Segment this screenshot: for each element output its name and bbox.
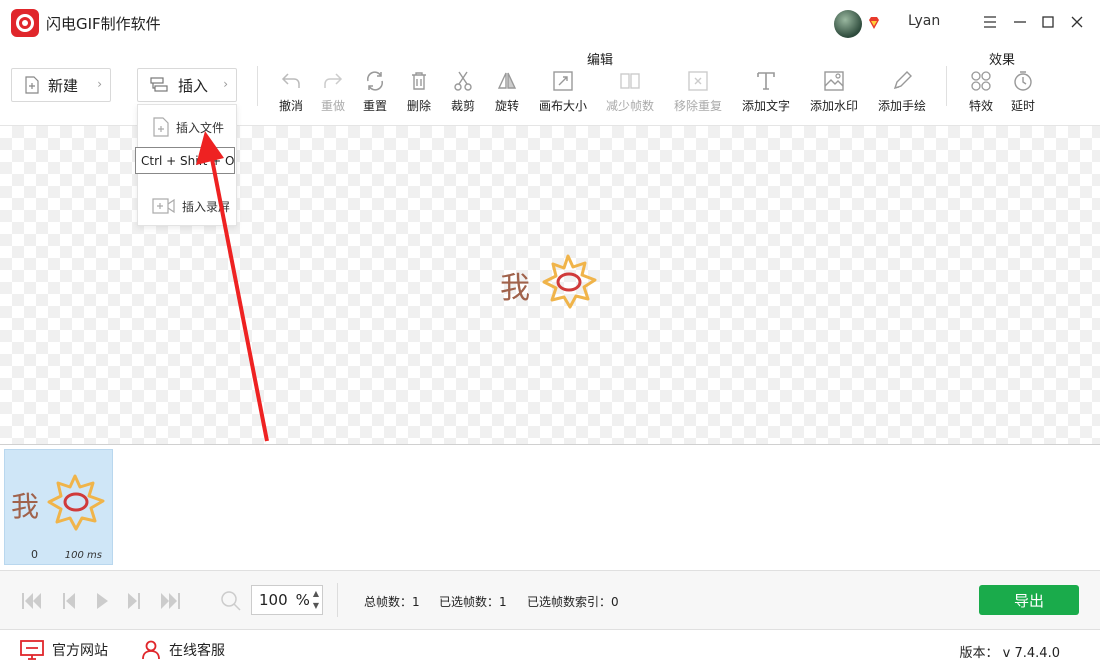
insert-label: 插入 <box>178 76 209 95</box>
selected-frames: 已选帧数：1 <box>439 595 507 609</box>
official-website-label: 官方网站 <box>52 643 108 659</box>
remove-duplicate-icon <box>688 71 708 91</box>
username[interactable]: Lyan <box>908 13 940 29</box>
play-icon[interactable] <box>90 589 114 613</box>
scissors-icon <box>454 71 472 91</box>
group-title-effects: 效果 <box>989 53 1016 68</box>
add-drawing-label: 添加手绘 <box>877 99 926 113</box>
export-button[interactable]: 导出 <box>979 585 1079 615</box>
add-text-label: 添加文字 <box>741 99 790 113</box>
group-title-edit: 编辑 <box>587 53 614 68</box>
zoom-value: 100 <box>259 591 288 609</box>
frame-thumbnail[interactable]: 我 0 100 ms <box>4 449 113 565</box>
zoom-unit: % <box>295 591 310 609</box>
rotate-button[interactable]: 旋转 <box>479 70 535 120</box>
last-frame-icon[interactable] <box>158 589 182 613</box>
app-logo-icon <box>11 9 39 37</box>
add-watermark-label: 添加水印 <box>809 99 858 113</box>
text-icon <box>757 72 775 90</box>
title-bar: 闪电GIF制作软件 Lyan <box>0 0 1100 46</box>
first-frame-icon[interactable] <box>20 589 44 613</box>
divider <box>946 66 947 106</box>
frames-icon <box>620 73 640 89</box>
player-bar: 100 % ▲ ▼ 总帧数：1 已选帧数：1 已选帧数索引：0 导出 <box>0 570 1100 630</box>
canvas-size-label: 画布大小 <box>538 99 587 113</box>
add-watermark-button[interactable]: 添加水印 <box>806 70 862 120</box>
insert-icon <box>150 77 168 92</box>
footer: 官方网站 在线客服 版本： v 7.4.4.0 <box>0 630 1100 670</box>
online-support-label: 在线客服 <box>169 643 225 659</box>
frame-art-text: 我 <box>11 490 39 523</box>
next-frame-icon[interactable] <box>122 589 146 613</box>
delay-button[interactable]: 延时 <box>995 70 1051 120</box>
maximize-icon[interactable] <box>1038 12 1058 32</box>
previous-frame-icon[interactable] <box>57 589 81 613</box>
timer-icon <box>1014 71 1032 91</box>
user-icon <box>142 640 160 660</box>
app-title: 闪电GIF制作软件 <box>46 15 161 33</box>
delay-label: 延时 <box>1010 99 1035 113</box>
official-website-link[interactable]: 官方网站 <box>20 640 108 660</box>
add-drawing-button[interactable]: 添加手绘 <box>874 70 930 120</box>
selected-frame-index: 已选帧数索引：0 <box>527 595 619 609</box>
divider <box>257 66 258 106</box>
new-label: 新建 <box>48 76 79 95</box>
stepper-arrows-icon[interactable]: ▲ ▼ <box>313 588 319 612</box>
new-button[interactable]: 新建 › <box>11 68 111 102</box>
effects-icon <box>971 71 991 91</box>
insert-button[interactable]: 插入 › <box>137 68 237 102</box>
new-file-icon <box>25 76 39 94</box>
redo-icon <box>324 73 343 88</box>
chevron-right-icon: › <box>97 77 102 91</box>
watermark-icon <box>824 71 844 91</box>
online-support-link[interactable]: 在线客服 <box>141 640 225 660</box>
vip-badge-icon[interactable] <box>867 16 881 30</box>
chevron-right-icon: › <box>223 77 228 91</box>
art-text: 我 <box>500 271 530 306</box>
add-text-button[interactable]: 添加文字 <box>738 70 794 120</box>
resize-icon <box>553 71 573 91</box>
remove-duplicate-label: 移除重复 <box>673 99 722 113</box>
rotate-label: 旋转 <box>494 99 519 113</box>
file-icon <box>153 117 169 137</box>
monitor-icon <box>20 640 44 660</box>
reset-icon <box>367 71 383 91</box>
flip-icon <box>497 72 517 89</box>
trash-icon <box>412 72 426 90</box>
frames-strip: 我 0 100 ms <box>0 446 1100 570</box>
total-frames: 总帧数：1 <box>364 595 420 609</box>
canvas-size-button[interactable]: 画布大小 <box>535 70 591 120</box>
frame-duration[interactable]: 100 ms <box>65 550 102 561</box>
record-video-icon <box>152 198 175 214</box>
undo-icon <box>281 73 300 88</box>
frame-index: 0 <box>31 548 38 561</box>
remove-duplicate-button[interactable]: 移除重复 <box>670 70 726 120</box>
divider <box>337 583 338 617</box>
menu-icon[interactable] <box>980 12 1000 32</box>
zoom-stepper[interactable]: 100 % ▲ ▼ <box>251 585 323 615</box>
close-icon[interactable] <box>1067 12 1087 32</box>
minimize-icon[interactable] <box>1010 12 1030 32</box>
reduce-frames-label: 减少帧数 <box>605 99 654 113</box>
avatar[interactable] <box>834 10 862 38</box>
pen-icon <box>893 71 912 90</box>
reduce-frames-button[interactable]: 减少帧数 <box>602 70 658 120</box>
zoom-icon[interactable] <box>219 589 243 613</box>
gif-preview-image[interactable]: 我 <box>498 254 602 312</box>
frame-thumbnail-image: 我 <box>11 474 105 531</box>
version-label: 版本： v 7.4.4.0 <box>959 646 1060 661</box>
annotation-arrow <box>196 131 269 442</box>
